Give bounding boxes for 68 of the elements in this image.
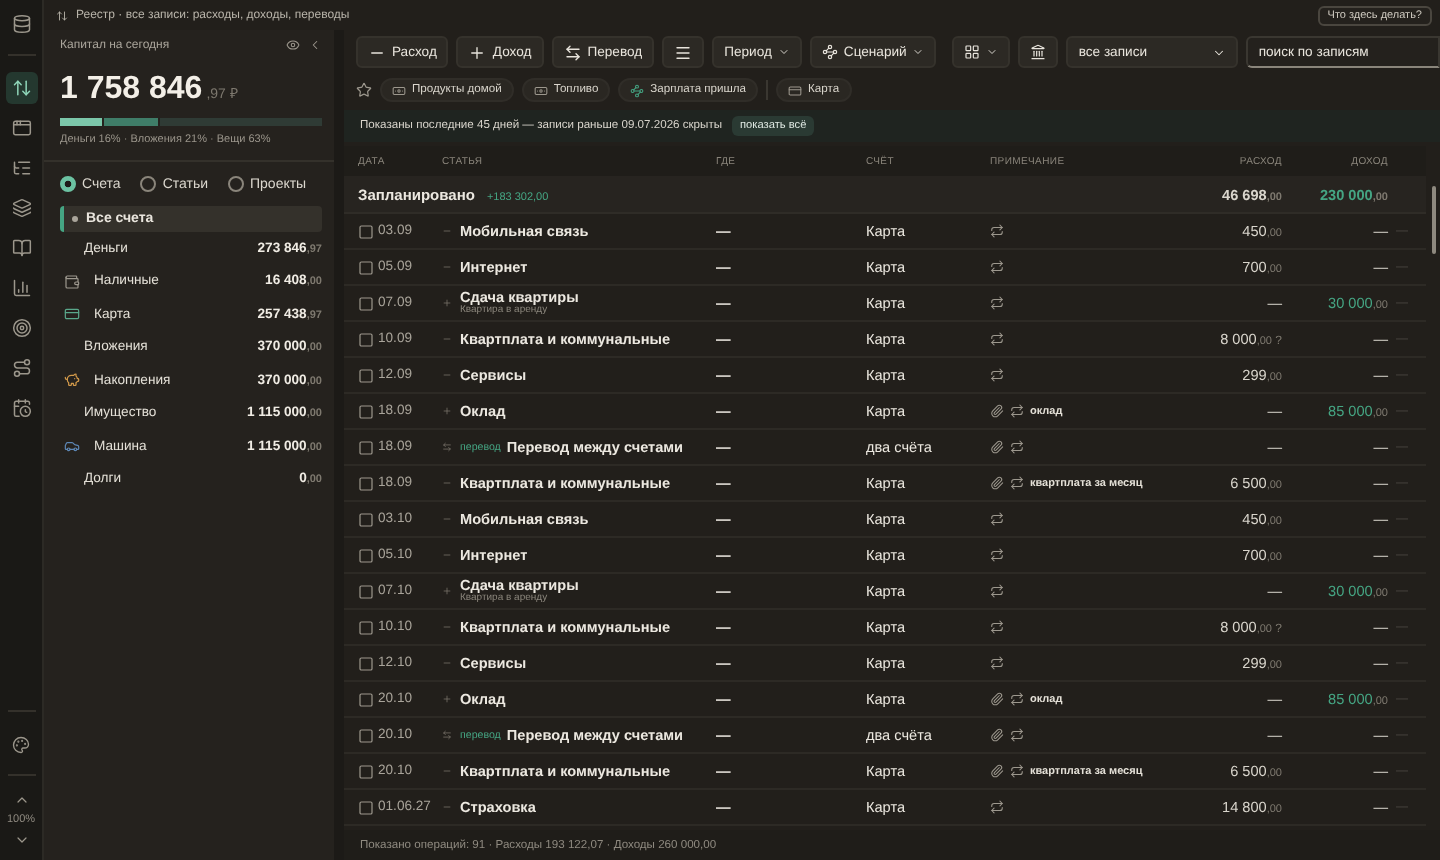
bank-button[interactable] <box>1018 36 1059 68</box>
minus-icon <box>442 514 452 524</box>
minus-icon <box>442 226 452 236</box>
bank-icon <box>1030 44 1047 60</box>
chevron-down-icon[interactable] <box>13 832 29 848</box>
car-icon <box>64 438 80 455</box>
row-checkbox[interactable] <box>358 763 378 779</box>
banknote-icon <box>392 83 406 97</box>
database-icon[interactable] <box>11 14 31 34</box>
chevron-down-icon <box>986 46 999 58</box>
piggy-bank-icon <box>64 372 80 389</box>
menu-button[interactable] <box>662 36 705 68</box>
minus-icon <box>442 658 452 668</box>
radio-button[interactable] <box>140 176 157 192</box>
chevron-left-icon[interactable] <box>308 38 322 52</box>
row-checkbox[interactable] <box>358 691 378 707</box>
row-checkbox[interactable] <box>358 259 378 275</box>
row-checkbox[interactable] <box>358 331 378 347</box>
scenario-icon <box>821 44 838 60</box>
chevron-down-icon <box>1212 45 1227 59</box>
row-checkbox[interactable] <box>358 547 378 563</box>
row-checkbox[interactable] <box>358 295 378 311</box>
chevron-down-icon <box>777 46 790 58</box>
row-checkbox[interactable] <box>358 583 378 599</box>
row-checkbox[interactable] <box>358 439 378 455</box>
row-checkbox[interactable] <box>358 799 378 815</box>
transfer-icon <box>442 730 452 740</box>
menu-icon <box>674 43 693 61</box>
palette-icon[interactable] <box>12 735 30 753</box>
minus-icon <box>442 766 452 776</box>
radio-button[interactable] <box>60 176 76 192</box>
minus-icon <box>442 622 452 632</box>
row-checkbox[interactable] <box>358 367 378 383</box>
row-checkbox[interactable] <box>358 475 378 491</box>
plus-icon <box>442 406 452 416</box>
row-checkbox[interactable] <box>358 619 378 635</box>
scenario-icon <box>630 83 645 97</box>
row-checkbox[interactable] <box>358 727 378 743</box>
minus-icon <box>442 802 452 812</box>
row-checkbox[interactable] <box>358 511 378 527</box>
chevron-down-icon <box>912 46 925 58</box>
minus-icon <box>442 478 452 488</box>
plus-icon <box>442 586 452 596</box>
wallet-icon <box>64 273 80 290</box>
row-checkbox[interactable] <box>358 655 378 671</box>
eye-icon[interactable] <box>286 38 300 52</box>
minus-icon <box>442 262 452 272</box>
chevron-up-icon[interactable] <box>13 792 29 808</box>
row-checkbox[interactable] <box>358 223 378 239</box>
star-icon[interactable] <box>356 82 372 98</box>
radio-button[interactable] <box>228 176 244 192</box>
minus-icon <box>442 370 452 380</box>
grid-icon <box>964 44 981 60</box>
card-icon <box>788 83 803 97</box>
minus-icon <box>442 550 452 560</box>
sort-arrows-icon[interactable] <box>5 72 37 104</box>
transfer-icon <box>563 43 582 61</box>
plus-icon <box>442 298 452 308</box>
minus-icon <box>442 334 452 344</box>
card-icon <box>64 306 80 323</box>
layout-button[interactable] <box>952 36 1011 68</box>
row-checkbox[interactable] <box>358 403 378 419</box>
scrollbar-thumb[interactable] <box>1431 186 1435 254</box>
transfer-icon <box>442 442 452 452</box>
plus-icon <box>442 694 452 704</box>
plus-icon <box>468 43 487 61</box>
sort-arrows-icon <box>56 9 68 21</box>
banknote-icon <box>533 83 548 97</box>
